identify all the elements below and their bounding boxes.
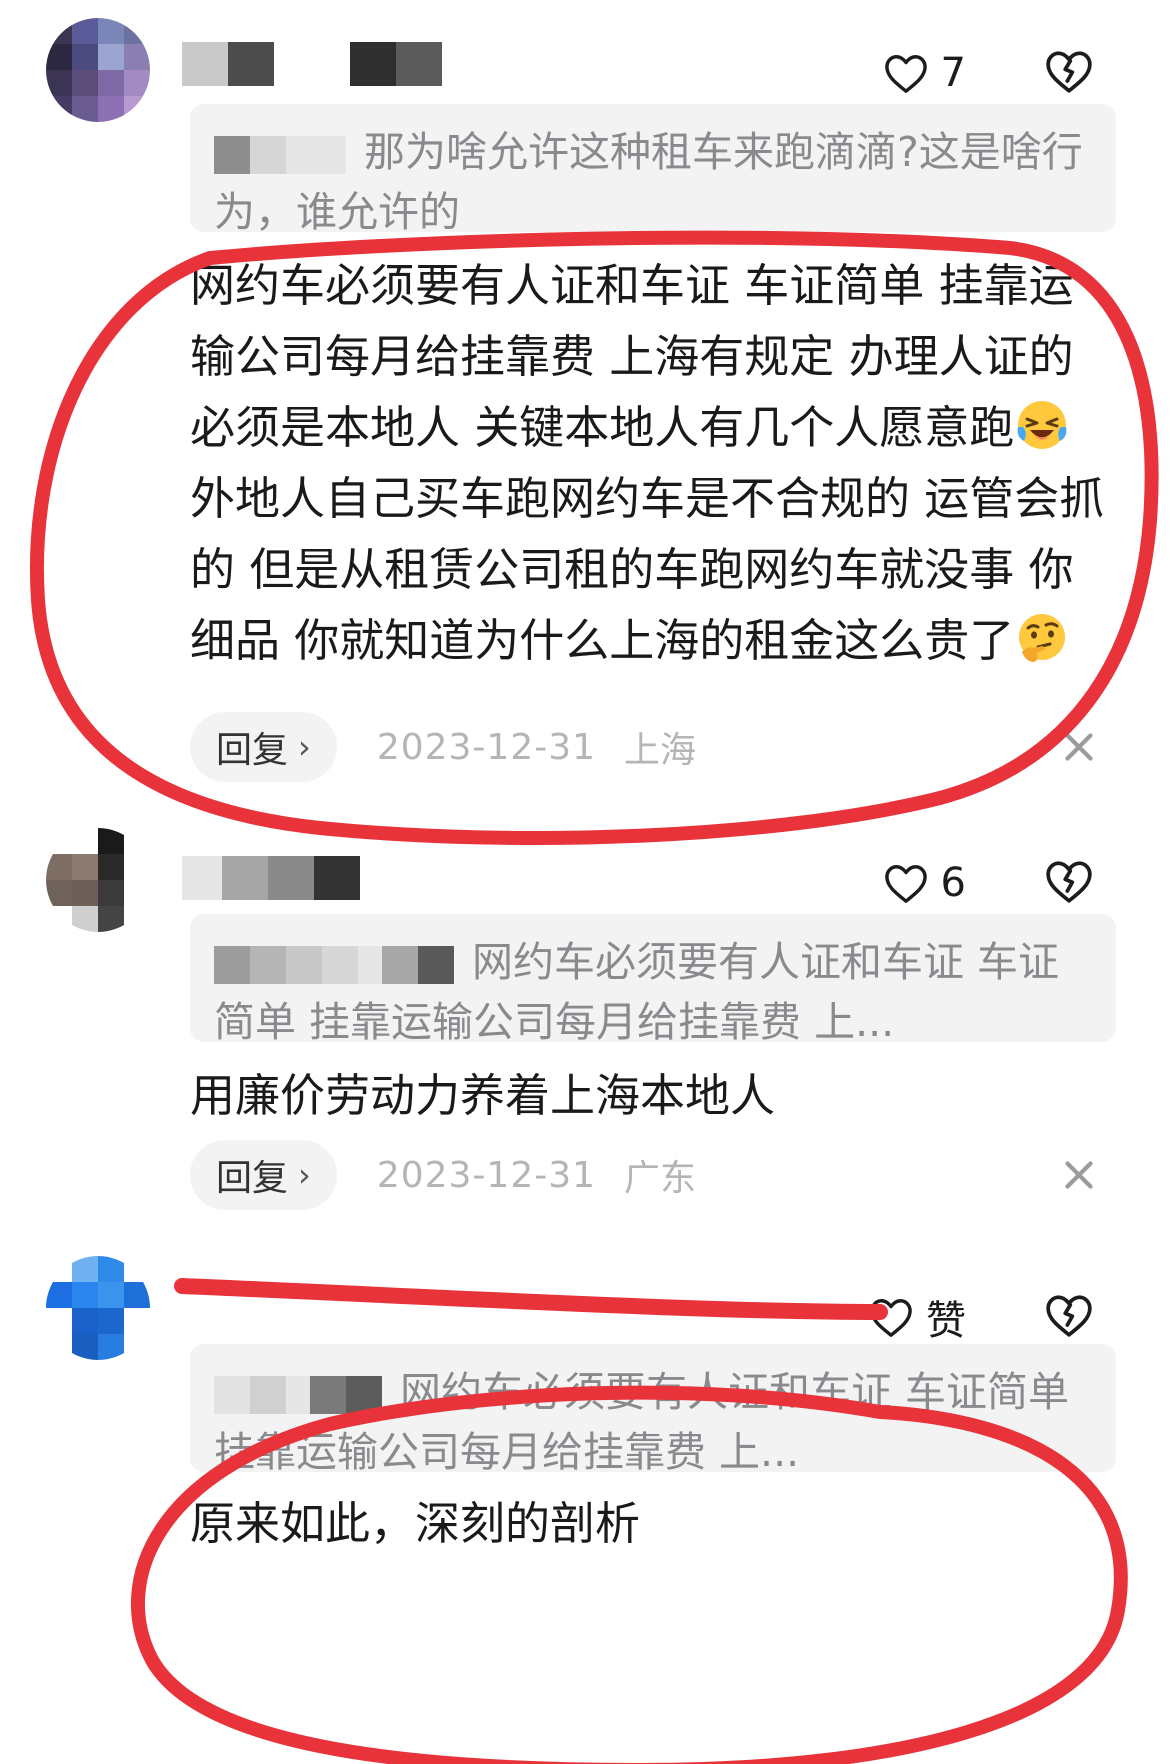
username[interactable] xyxy=(182,42,442,86)
dislike-button[interactable] xyxy=(1044,1292,1094,1342)
username[interactable] xyxy=(182,856,360,900)
quoted-username xyxy=(214,136,346,174)
reply-label: 回复 xyxy=(216,1158,289,1199)
comment-location: 上海 xyxy=(624,730,697,771)
comment-thread: 7 那为啥允许这种租车来跑滴滴?这是啥行为，谁允许的 网约车必须要有人证和车证 … xyxy=(0,0,1170,1764)
comment-body-text: 用廉价劳动力养着上海本地人 xyxy=(190,1069,776,1122)
heart-icon xyxy=(884,55,927,93)
like-button[interactable]: 6 xyxy=(883,860,966,906)
dislike-button[interactable] xyxy=(1044,48,1094,98)
comment-actions: 赞 xyxy=(868,1288,1094,1346)
comment-meta: 回复 › 2023-12-31 上海 xyxy=(190,712,1093,782)
chevron-right-icon: › xyxy=(298,728,311,766)
like-button[interactable]: 赞 xyxy=(868,1288,966,1346)
broken-heart-icon xyxy=(1046,51,1092,93)
broken-heart-icon xyxy=(1046,861,1092,903)
quoted-reply[interactable]: 那为啥允许这种租车来跑滴滴?这是啥行为，谁允许的 xyxy=(190,104,1116,236)
red-underline-annotation xyxy=(174,1278,888,1320)
comment-body: 用廉价劳动力养着上海本地人 xyxy=(190,1060,1110,1131)
comment-date: 2023-12-31 xyxy=(376,726,597,768)
comment-body-text: 外地人自己买车跑网约车是不合规的 运管会抓的 但是从租赁公司租的车跑网约车就没事… xyxy=(190,472,1105,667)
dislike-button[interactable] xyxy=(1044,858,1094,908)
comment-location: 广东 xyxy=(624,1158,697,1199)
comment-body: 原来如此，深刻的剖析 xyxy=(190,1488,1110,1559)
laughing-crying-emoji-icon xyxy=(1017,401,1067,449)
reply-button[interactable]: 回复 › xyxy=(190,1140,337,1210)
quoted-reply[interactable]: 网约车必须要有人证和车证 车证简单 挂靠运输公司每月给挂靠费 上... xyxy=(190,1344,1116,1476)
comment-body-text: 原来如此，深刻的剖析 xyxy=(190,1497,641,1550)
heart-icon xyxy=(870,1299,912,1337)
reply-label: 回复 xyxy=(216,730,289,771)
avatar[interactable] xyxy=(46,828,150,932)
comment-actions: 6 xyxy=(883,858,1094,908)
quoted-username xyxy=(214,946,454,984)
close-icon[interactable] xyxy=(1056,724,1102,770)
like-count: 6 xyxy=(940,860,966,906)
comment-date: 2023-12-31 xyxy=(376,1154,597,1196)
comment-body-text: 网约车必须要有人证和车证 车证简单 挂靠运输公司每月给挂靠费 上海有规定 办理人… xyxy=(190,259,1074,454)
like-count: 赞 xyxy=(926,1298,966,1344)
like-button[interactable]: 7 xyxy=(883,50,966,96)
heart-icon xyxy=(884,865,927,903)
quoted-username xyxy=(214,1376,382,1414)
comment-meta: 回复 › 2023-12-31 广东 xyxy=(190,1140,1093,1210)
reply-button[interactable]: 回复 › xyxy=(190,712,337,782)
comment-body: 网约车必须要有人证和车证 车证简单 挂靠运输公司每月给挂靠费 上海有规定 办理人… xyxy=(190,250,1110,676)
thinking-emoji-icon xyxy=(1019,614,1066,662)
avatar[interactable] xyxy=(46,1256,150,1360)
broken-heart-icon xyxy=(1046,1295,1092,1337)
like-count: 7 xyxy=(940,50,966,96)
chevron-right-icon: › xyxy=(298,1156,311,1194)
avatar[interactable] xyxy=(46,18,150,122)
close-icon[interactable] xyxy=(1056,1152,1102,1198)
comment-actions: 7 xyxy=(883,48,1094,98)
quoted-reply[interactable]: 网约车必须要有人证和车证 车证简单 挂靠运输公司每月给挂靠费 上... xyxy=(190,914,1116,1046)
